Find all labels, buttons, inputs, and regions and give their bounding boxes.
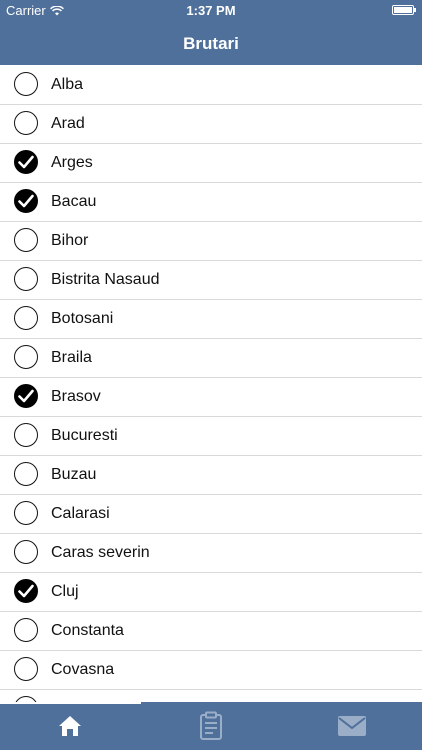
unchecked-circle-icon[interactable]: [14, 618, 38, 642]
county-list[interactable]: Alba Arad Arges Bacau Bihor Bistrita Nasaud Bo…: [0, 66, 422, 702]
unchecked-circle-icon[interactable]: [14, 462, 38, 486]
list-item-label: Bistrita Nasaud: [51, 271, 160, 288]
list-item-label: Brasov: [51, 388, 101, 405]
unchecked-circle-icon[interactable]: [14, 423, 38, 447]
unchecked-circle-icon[interactable]: [14, 267, 38, 291]
unchecked-circle-icon[interactable]: [14, 111, 38, 135]
list-item-label: Calarasi: [51, 505, 110, 522]
list-item-label: Arad: [51, 115, 85, 132]
navigation-bar: Brutari: [0, 22, 422, 65]
list-item[interactable]: Constanta: [0, 612, 422, 651]
page-title: Brutari: [183, 34, 239, 53]
list-item-label: Bacau: [51, 193, 97, 210]
tab-orders[interactable]: [141, 702, 281, 750]
status-time: 1:37 PM: [186, 3, 236, 18]
unchecked-circle-icon[interactable]: [14, 540, 38, 564]
home-icon: [59, 716, 81, 736]
status-bar: Carrier 1:37 PM: [0, 0, 422, 22]
list-item-label: Covasna: [51, 661, 115, 678]
unchecked-circle-icon[interactable]: [14, 228, 38, 252]
list-item[interactable]: Bihor: [0, 222, 422, 261]
tab-mail[interactable]: [282, 702, 422, 750]
checkmark-icon: [18, 194, 34, 208]
list-item[interactable]: Braila: [0, 339, 422, 378]
unchecked-circle-icon[interactable]: [14, 72, 38, 96]
list-item-label: Braila: [51, 349, 92, 366]
list-item[interactable]: Cluj: [0, 573, 422, 612]
list-item[interactable]: Arges: [0, 144, 422, 183]
list-item[interactable]: Alba: [0, 66, 422, 105]
list-item-label: Bucuresti: [51, 427, 118, 444]
list-item[interactable]: Bucuresti: [0, 417, 422, 456]
list-item-label: Alba: [51, 76, 84, 93]
checkmark-icon: [18, 389, 34, 403]
list-item[interactable]: Covasna: [0, 651, 422, 690]
list-item-label: Caras severin: [51, 544, 150, 561]
checked-circle-icon[interactable]: [14, 189, 38, 213]
list-item[interactable]: Brasov: [0, 378, 422, 417]
list-item[interactable]: Botosani: [0, 300, 422, 339]
checked-circle-icon[interactable]: [14, 150, 38, 174]
tab-home[interactable]: [0, 702, 140, 750]
list-item-label: Buzau: [51, 466, 97, 483]
list-item[interactable]: Caras severin: [0, 534, 422, 573]
list-item[interactable]: Calarasi: [0, 495, 422, 534]
mail-icon: [338, 716, 366, 736]
tab-bar: [0, 702, 422, 750]
battery-icon: [392, 5, 416, 15]
checkmark-icon: [18, 155, 34, 169]
list-item[interactable]: Arad: [0, 105, 422, 144]
unchecked-circle-icon[interactable]: [14, 657, 38, 681]
unchecked-circle-icon[interactable]: [14, 306, 38, 330]
list-item[interactable]: Buzau: [0, 456, 422, 495]
list-item-label: Arges: [51, 154, 93, 171]
checked-circle-icon[interactable]: [14, 384, 38, 408]
list-item-label: Botosani: [51, 310, 114, 327]
clipboard-icon: [200, 711, 222, 740]
list-item-label: Cluj: [51, 583, 79, 600]
checked-circle-icon[interactable]: [14, 579, 38, 603]
unchecked-circle-icon[interactable]: [14, 345, 38, 369]
list-item-label: Bihor: [51, 232, 89, 249]
list-item[interactable]: Bacau: [0, 183, 422, 222]
list-item-label: Constanta: [51, 622, 124, 639]
unchecked-circle-icon[interactable]: [14, 501, 38, 525]
list-item[interactable]: Bistrita Nasaud: [0, 261, 422, 300]
list-item[interactable]: [0, 690, 422, 702]
checkmark-icon: [18, 584, 34, 598]
